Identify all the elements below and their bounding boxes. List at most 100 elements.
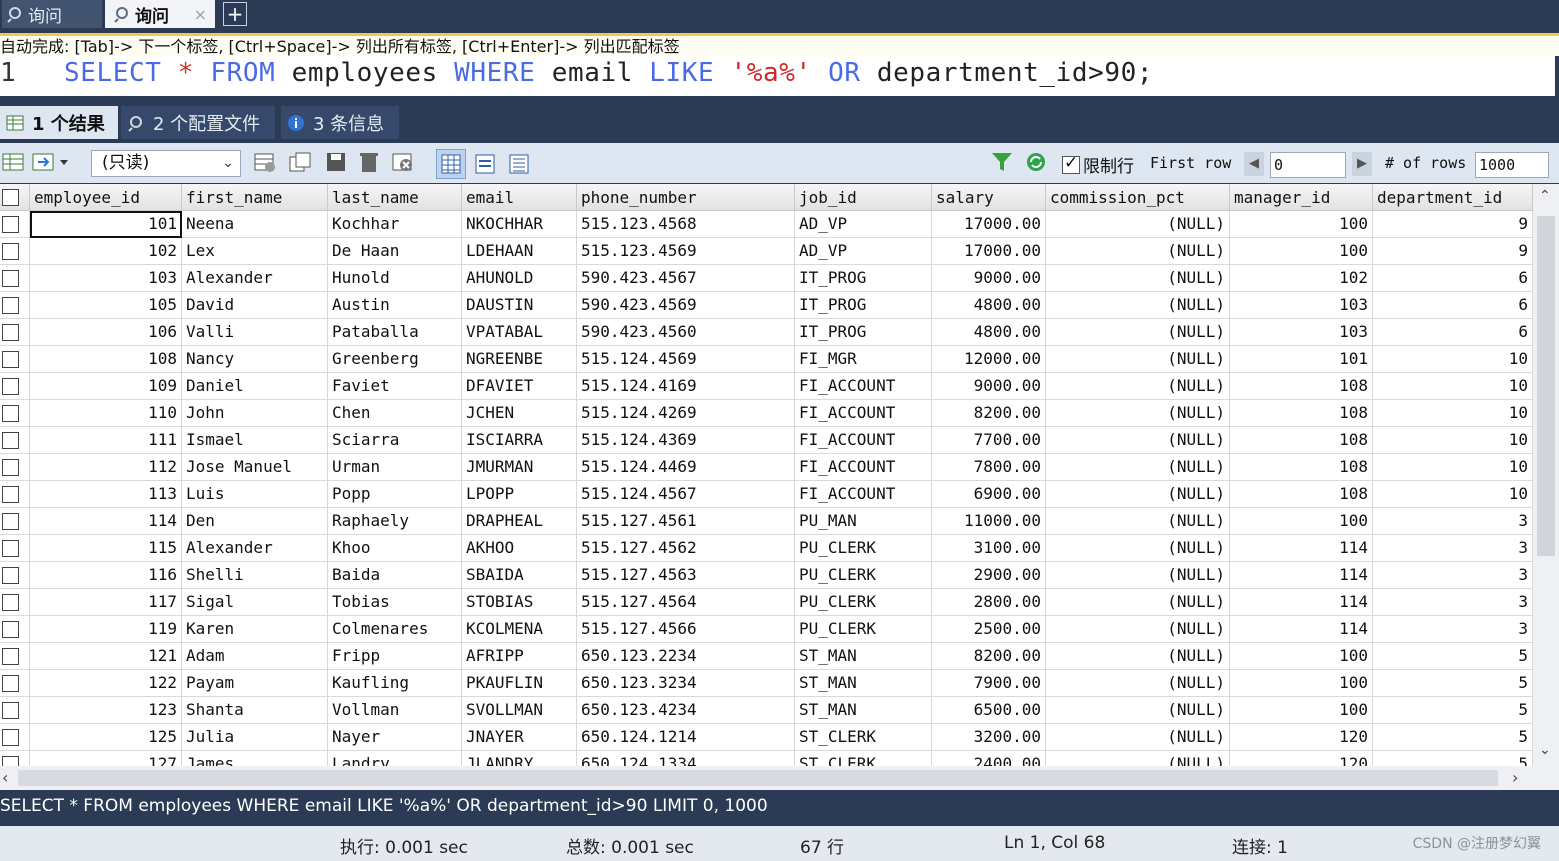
row-select-cell[interactable]: [0, 562, 30, 589]
cell-first-name[interactable]: Sigal: [182, 589, 328, 616]
cell-job-id[interactable]: FI_ACCOUNT: [795, 427, 932, 454]
cell-employee-id[interactable]: 122: [30, 670, 182, 697]
cell-phone-number[interactable]: 515.123.4569: [577, 238, 795, 265]
cell-manager-id[interactable]: 101: [1230, 346, 1373, 373]
cell-commission-pct[interactable]: (NULL): [1046, 427, 1230, 454]
cell-last-name[interactable]: Chen: [328, 400, 462, 427]
text-mode-button[interactable]: [504, 149, 534, 179]
cell-phone-number[interactable]: 590.423.4569: [577, 292, 795, 319]
cell-employee-id[interactable]: 125: [30, 724, 182, 751]
cell-email[interactable]: PKAUFLIN: [462, 670, 577, 697]
new-tab-button[interactable]: +: [223, 2, 247, 26]
cell-email[interactable]: ISCIARRA: [462, 427, 577, 454]
grid-view-icon[interactable]: [2, 151, 26, 173]
cell-last-name[interactable]: Faviet: [328, 373, 462, 400]
cell-first-name[interactable]: Den: [182, 508, 328, 535]
cell-commission-pct[interactable]: (NULL): [1046, 562, 1230, 589]
cell-email[interactable]: NKOCHHAR: [462, 211, 577, 238]
column-header-job-id[interactable]: job_id: [795, 184, 932, 211]
column-header-phone-number[interactable]: phone_number: [577, 184, 795, 211]
cell-email[interactable]: SVOLLMAN: [462, 697, 577, 724]
row-checkbox[interactable]: [2, 702, 19, 719]
limit-checkbox[interactable]: [1062, 153, 1080, 174]
cell-first-name[interactable]: Neena: [182, 211, 328, 238]
cell-email[interactable]: SBAIDA: [462, 562, 577, 589]
row-select-cell[interactable]: [0, 427, 30, 454]
insert-row-icon[interactable]: [253, 151, 277, 173]
cell-email[interactable]: DFAVIET: [462, 373, 577, 400]
cell-employee-id[interactable]: 106: [30, 319, 182, 346]
cell-salary[interactable]: 9000.00: [932, 265, 1046, 292]
cell-first-name[interactable]: Adam: [182, 643, 328, 670]
scroll-down-icon[interactable]: ⌄: [1539, 742, 1551, 758]
cell-last-name[interactable]: Khoo: [328, 535, 462, 562]
refresh-icon[interactable]: [1024, 151, 1048, 173]
row-select-cell[interactable]: [0, 643, 30, 670]
cell-job-id[interactable]: IT_PROG: [795, 265, 932, 292]
column-header-manager-id[interactable]: manager_id: [1230, 184, 1373, 211]
row-checkbox[interactable]: [2, 351, 19, 368]
scroll-right-icon[interactable]: ›: [1512, 768, 1518, 787]
table-row[interactable]: 122 Payam Kaufling PKAUFLIN 650.123.3234 ST_M…: [0, 670, 1533, 697]
row-checkbox[interactable]: [2, 675, 19, 692]
cell-department-id[interactable]: 9: [1373, 238, 1533, 265]
cell-department-id[interactable]: 3: [1373, 562, 1533, 589]
cell-department-id[interactable]: 6: [1373, 319, 1533, 346]
cell-last-name[interactable]: Hunold: [328, 265, 462, 292]
cell-email[interactable]: NGREENBE: [462, 346, 577, 373]
sql-code[interactable]: SELECT * FROM employees WHERE email LIKE…: [64, 56, 1153, 90]
row-checkbox[interactable]: [2, 621, 19, 638]
column-header-commission-pct[interactable]: commission_pct: [1046, 184, 1230, 211]
form-mode-button[interactable]: [470, 149, 500, 179]
cell-job-id[interactable]: ST_CLERK: [795, 724, 932, 751]
cell-first-name[interactable]: Alexander: [182, 535, 328, 562]
row-checkbox[interactable]: [2, 405, 19, 422]
table-row[interactable]: 113 Luis Popp LPOPP 515.124.4567 FI_ACCOUNT 69…: [0, 481, 1533, 508]
first-row-input[interactable]: 0: [1270, 152, 1346, 178]
cell-email[interactable]: VPATABAL: [462, 319, 577, 346]
cell-email[interactable]: AFRIPP: [462, 643, 577, 670]
cell-manager-id[interactable]: 114: [1230, 589, 1373, 616]
cell-manager-id[interactable]: 120: [1230, 751, 1373, 766]
cell-last-name[interactable]: Vollman: [328, 697, 462, 724]
cell-phone-number[interactable]: 515.124.4569: [577, 346, 795, 373]
cell-manager-id[interactable]: 108: [1230, 427, 1373, 454]
row-checkbox[interactable]: [2, 486, 19, 503]
cell-email[interactable]: LPOPP: [462, 481, 577, 508]
cell-employee-id[interactable]: 112: [30, 454, 182, 481]
rows-input[interactable]: 1000: [1475, 152, 1549, 178]
table-row[interactable]: 121 Adam Fripp AFRIPP 650.123.2234 ST_MAN 8200…: [0, 643, 1533, 670]
table-row[interactable]: 114 Den Raphaely DRAPHEAL 515.127.4561 PU_MAN…: [0, 508, 1533, 535]
cell-last-name[interactable]: Sciarra: [328, 427, 462, 454]
cell-first-name[interactable]: Valli: [182, 319, 328, 346]
scroll-up-icon[interactable]: ⌃: [1539, 188, 1551, 204]
cell-commission-pct[interactable]: (NULL): [1046, 670, 1230, 697]
discard-icon[interactable]: [391, 151, 415, 173]
row-select-cell[interactable]: [0, 373, 30, 400]
limit-rows-toggle[interactable]: 限制行: [1062, 152, 1134, 177]
cell-phone-number[interactable]: 515.127.4564: [577, 589, 795, 616]
column-header-employee-id[interactable]: employee_id: [30, 184, 182, 211]
row-checkbox[interactable]: [2, 756, 19, 766]
cell-manager-id[interactable]: 114: [1230, 535, 1373, 562]
cell-manager-id[interactable]: 100: [1230, 697, 1373, 724]
cell-employee-id[interactable]: 105: [30, 292, 182, 319]
cell-first-name[interactable]: Shanta: [182, 697, 328, 724]
cell-last-name[interactable]: Pataballa: [328, 319, 462, 346]
table-row[interactable]: 116 Shelli Baida SBAIDA 515.127.4563 PU_CLERK…: [0, 562, 1533, 589]
cell-phone-number[interactable]: 515.127.4566: [577, 616, 795, 643]
cell-job-id[interactable]: FI_ACCOUNT: [795, 454, 932, 481]
cell-manager-id[interactable]: 108: [1230, 400, 1373, 427]
cell-last-name[interactable]: Urman: [328, 454, 462, 481]
cell-manager-id[interactable]: 103: [1230, 319, 1373, 346]
cell-salary[interactable]: 17000.00: [932, 238, 1046, 265]
row-select-cell[interactable]: [0, 535, 30, 562]
cell-salary[interactable]: 4800.00: [932, 292, 1046, 319]
cell-manager-id[interactable]: 100: [1230, 670, 1373, 697]
cell-commission-pct[interactable]: (NULL): [1046, 724, 1230, 751]
export-icon[interactable]: [32, 151, 72, 173]
cell-first-name[interactable]: Daniel: [182, 373, 328, 400]
cell-job-id[interactable]: ST_MAN: [795, 643, 932, 670]
cell-salary[interactable]: 3100.00: [932, 535, 1046, 562]
cell-phone-number[interactable]: 515.127.4563: [577, 562, 795, 589]
